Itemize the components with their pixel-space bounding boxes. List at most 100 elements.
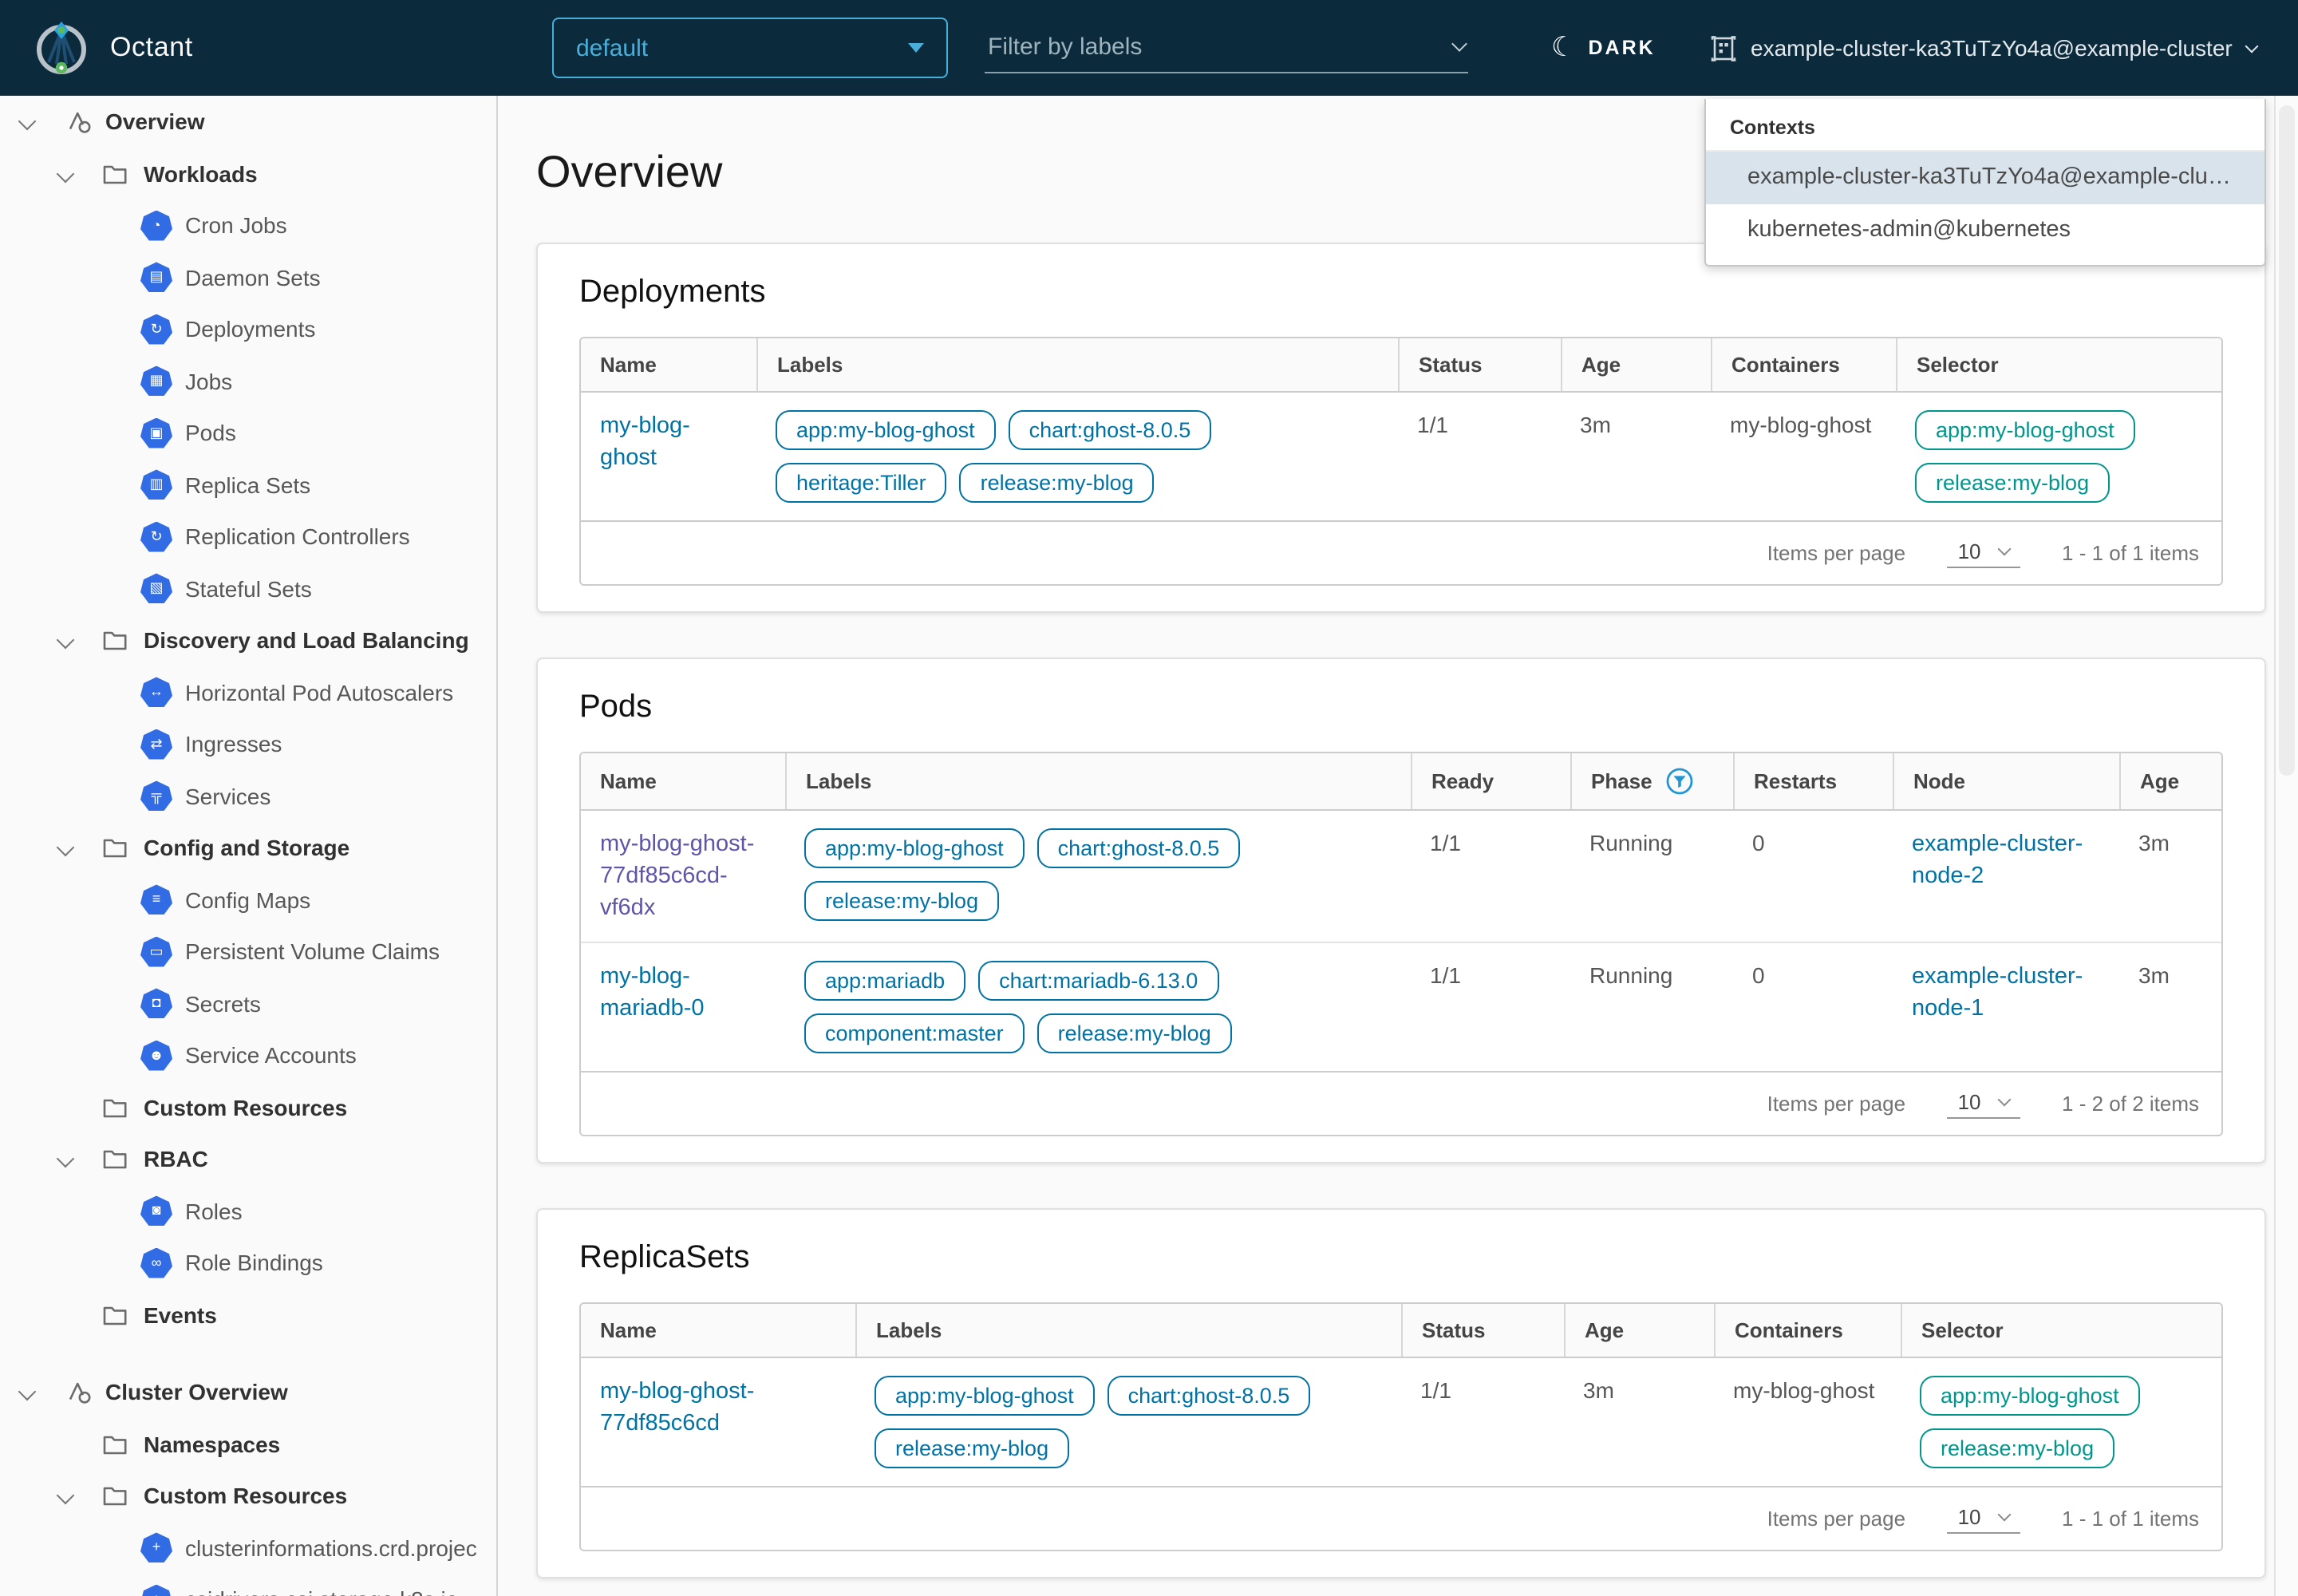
cell-value: my-blog-ghost (1730, 412, 1871, 437)
chevron-down-icon[interactable] (18, 1383, 37, 1401)
sidebar-item-jobs[interactable]: ▦Jobs (0, 355, 496, 407)
sidebar-item-discovery-and-load-balancing[interactable]: Discovery and Load Balancing (0, 614, 496, 666)
chevron-down-icon[interactable] (57, 839, 75, 857)
sidebar-item-overview[interactable]: Overview (0, 96, 496, 148)
scrollbar[interactable] (2274, 96, 2298, 1596)
filter-icon[interactable] (1667, 768, 1694, 795)
label-chip[interactable]: chart:ghost-8.0.5 (1009, 410, 1212, 450)
chevron-down-icon[interactable] (57, 1150, 75, 1168)
chevron-down-icon[interactable] (1451, 36, 1467, 52)
chevron-down-icon[interactable] (18, 113, 37, 131)
cell-containers: my-blog-ghost (1711, 393, 1896, 520)
selector-chip[interactable]: app:my-blog-ghost (1920, 1376, 2140, 1416)
label-chip[interactable]: app:mariadb (804, 961, 965, 1001)
selector-chip[interactable]: release:my-blog (1915, 463, 2110, 503)
cell-value: 3m (1580, 412, 1611, 437)
resource-link[interactable]: my-blog-ghost (600, 413, 690, 471)
label-filter-input[interactable] (985, 32, 1441, 62)
chevron-down-icon[interactable] (57, 631, 75, 650)
label-chip[interactable]: release:my-blog (960, 463, 1155, 503)
sidebar-item-replica-sets[interactable]: ▥ Replica Sets (0, 459, 496, 511)
selector-chip[interactable]: app:my-blog-ghost (1915, 410, 2135, 450)
sidebar-item-workloads[interactable]: Workloads (0, 148, 496, 200)
column-header-age: Age (1564, 1304, 1714, 1357)
page-size-select[interactable]: 10 (1947, 1504, 2020, 1533)
label-chip[interactable]: heritage:Tiller (776, 463, 947, 503)
configmap-icon: ≡ (140, 885, 172, 915)
cell-age: 3m (1561, 393, 1711, 520)
column-header-name: Name (581, 753, 785, 809)
scrollbar-thumb[interactable] (2279, 105, 2295, 776)
sidebar-item-cron-jobs[interactable]: ◔Cron Jobs (0, 200, 496, 251)
sidebar-item-namespaces[interactable]: Namespaces (0, 1418, 496, 1470)
sidebar-item-label: Config and Storage (144, 836, 349, 861)
node-link[interactable]: example-cluster-node-2 (1912, 832, 2083, 889)
sidebar-item-rbac[interactable]: RBAC (0, 1133, 496, 1185)
selector-chip[interactable]: release:my-blog (1920, 1428, 2114, 1468)
resource-link[interactable]: my-blog-ghost-77df85c6cd (600, 1379, 754, 1436)
sidebar-item-csidrivers-csi-storage-k8s-io[interactable]: +csidrivers.csi.storage.k8s.io (0, 1574, 496, 1596)
context-menu-item[interactable]: kubernetes-admin@kubernetes (1706, 204, 2264, 257)
chevron-down-icon[interactable] (57, 1487, 75, 1505)
label-chip[interactable]: release:my-blog (804, 881, 999, 921)
deployment-icon: ↻ (140, 314, 172, 345)
sidebar-item-service-accounts[interactable]: ☻Service Accounts (0, 1029, 496, 1081)
sidebar-item-roles[interactable]: ◙Roles (0, 1185, 496, 1237)
sidebar-item-config-and-storage[interactable]: Config and Storage (0, 822, 496, 874)
context-label: example-cluster-ka3TuTzYo4a@example-clus… (1751, 35, 2233, 61)
sidebar-item-role-bindings[interactable]: ∞Role Bindings (0, 1237, 496, 1289)
label-chip[interactable]: chart:ghost-8.0.5 (1037, 828, 1241, 868)
chevron-down-icon[interactable] (57, 164, 75, 183)
sidebar-item-custom-resources[interactable]: Custom Resources (0, 1470, 496, 1522)
folder-icon (102, 1096, 128, 1119)
items-per-page-label: Items per page (1767, 541, 1905, 565)
column-header-status: Status (1398, 338, 1561, 391)
folder-icon (102, 1148, 128, 1171)
sidebar-item-events[interactable]: Events (0, 1289, 496, 1341)
label-chip[interactable]: app:my-blog-ghost (776, 410, 996, 450)
replicaset-icon: ▥ (140, 470, 172, 500)
theme-toggle-button[interactable]: ☾ DARK (1551, 0, 1656, 96)
label-chip[interactable]: release:my-blog (1037, 1013, 1232, 1053)
sidebar-item-secrets[interactable]: ◘Secrets (0, 978, 496, 1029)
sidebar-item-config-maps[interactable]: ≡Config Maps (0, 874, 496, 926)
label-chip[interactable]: chart:ghost-8.0.5 (1108, 1376, 1311, 1416)
sidebar-item-daemon-sets[interactable]: ▤Daemon Sets (0, 251, 496, 303)
page-size-select[interactable]: 10 (1947, 539, 2020, 567)
sidebar-item-stateful-sets[interactable]: ▧Stateful Sets (0, 563, 496, 614)
resource-link[interactable]: my-blog-ghost-77df85c6cd-vf6dx (600, 832, 754, 921)
sidebar-item-replication-controllers[interactable]: ↻Replication Controllers (0, 511, 496, 563)
serviceaccount-icon: ☻ (140, 1041, 172, 1071)
sidebar-item-label: Replica Sets (185, 472, 310, 498)
sidebar-item-persistent-volume-claims[interactable]: ▭Persistent Volume Claims (0, 926, 496, 978)
context-menu-item[interactable]: example-cluster-ka3TuTzYo4a@example-clu… (1706, 152, 2264, 204)
context-switcher[interactable]: example-cluster-ka3TuTzYo4a@example-clus… (1711, 0, 2257, 96)
cell-labels: app:my-blog-ghost chart:ghost-8.0.5 releas… (855, 1358, 1401, 1486)
sidebar-item-pods[interactable]: ▣Pods (0, 407, 496, 459)
sidebar-item-deployments[interactable]: ↻Deployments (0, 303, 496, 355)
column-header-containers: Containers (1711, 338, 1896, 391)
label-chip[interactable]: component:master (804, 1013, 1025, 1053)
role-icon: ◙ (140, 1196, 172, 1227)
sidebar-item-clusterinformations-crd-projec[interactable]: +clusterinformations.crd.projec (0, 1522, 496, 1574)
items-per-page-label: Items per page (1767, 1092, 1905, 1116)
page-size-select[interactable]: 10 (1947, 1089, 2020, 1118)
crd-icon: + (140, 1585, 172, 1596)
service-icon: ╦ (140, 781, 172, 812)
label-chip[interactable]: app:my-blog-ghost (804, 828, 1025, 868)
hpa-icon: ↔ (140, 678, 172, 708)
datagrid-replicasets: NameLabelsStatusAgeContainersSelectormy-… (579, 1302, 2223, 1551)
folder-icon (102, 1304, 128, 1326)
sidebar-item-cluster-overview[interactable]: Cluster Overview (0, 1366, 496, 1418)
label-chip[interactable]: chart:mariadb-6.13.0 (978, 961, 1218, 1001)
node-link[interactable]: example-cluster-node-1 (1912, 964, 2083, 1021)
sidebar-item-custom-resources[interactable]: Custom Resources (0, 1081, 496, 1133)
namespace-select[interactable]: default (552, 18, 948, 78)
label-chip[interactable]: app:my-blog-ghost (875, 1376, 1095, 1416)
sidebar-item-horizontal-pod-autoscalers[interactable]: ↔Horizontal Pod Autoscalers (0, 666, 496, 718)
label-chip[interactable]: release:my-blog (875, 1428, 1069, 1468)
sidebar-item-ingresses[interactable]: ⇄Ingresses (0, 718, 496, 770)
resource-link[interactable]: my-blog-mariadb-0 (600, 964, 705, 1021)
sidebar-item-label: Persistent Volume Claims (185, 939, 440, 965)
sidebar-item-services[interactable]: ╦Services (0, 770, 496, 822)
